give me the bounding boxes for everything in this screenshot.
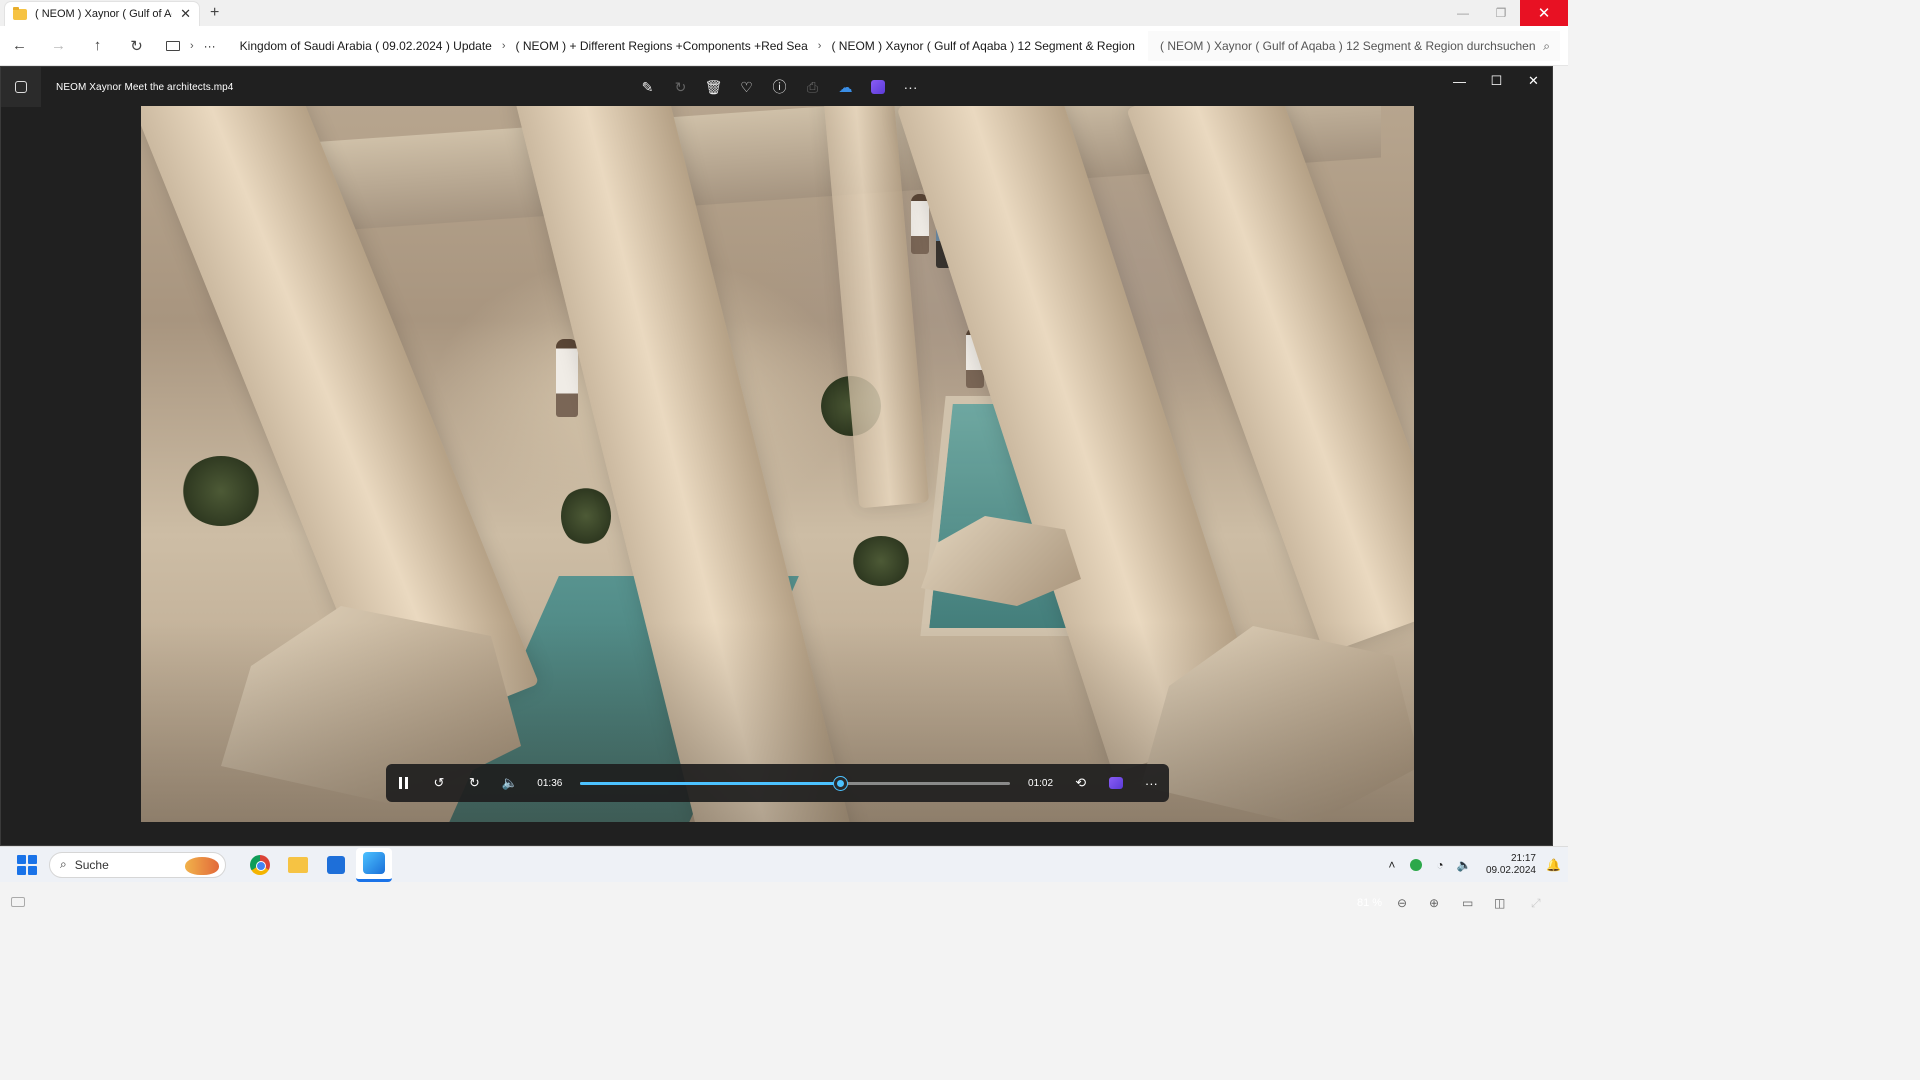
volume-icon[interactable]: 🔈 [492, 764, 527, 802]
breadcrumb-item-2[interactable]: ( NEOM ) + Different Regions +Components… [516, 39, 808, 53]
clock[interactable]: 21:17 09.02.2024 [1486, 853, 1536, 877]
windows-start-icon[interactable] [17, 854, 37, 875]
clock-time: 21:17 [1510, 853, 1536, 864]
elapsed-time: 01:36 [537, 777, 563, 789]
video-frame[interactable]: ↺ ↻ 🔈 01:36 01:02 ⟲ ··· [141, 106, 1414, 822]
onedrive-icon[interactable]: ☁ [829, 75, 862, 99]
photos-icon [363, 852, 385, 874]
file-name: NEOM Xaynor Meet the architects.mp4 [56, 81, 234, 93]
remaining-time: 01:02 [1028, 777, 1054, 789]
notification-bell-icon[interactable]: 🔔 [1546, 858, 1568, 872]
system-tray: ˄ ◔ 🔈 21:17 09.02.2024 🔔 [1380, 847, 1568, 883]
clock-date: 09.02.2024 [1485, 865, 1536, 876]
rotate-icon[interactable]: ↻ [664, 75, 697, 99]
refresh-button[interactable]: ↻ [117, 37, 156, 55]
clipchamp-icon[interactable] [871, 80, 885, 94]
seek-bar[interactable] [580, 776, 1010, 790]
close-button[interactable]: ✕ [1520, 0, 1568, 26]
volume-icon[interactable]: 🔈 [1452, 858, 1476, 872]
plant [181, 456, 261, 526]
file-explorer-icon [288, 856, 308, 873]
viewer-status-bar: 81 % ⊖ ⊕ ▭ ◫ ⤢ [1, 893, 1554, 913]
filmstrip-icon[interactable] [11, 897, 25, 907]
more-icon[interactable]: ··· [1134, 764, 1169, 802]
plant [851, 536, 911, 586]
zoom-level: 81 % [1357, 897, 1383, 909]
explorer-window-controls: — ❐ ✕ [1444, 0, 1568, 26]
minimize-button[interactable]: — [1444, 0, 1482, 26]
zoom-in-icon[interactable]: ⊕ [1429, 896, 1439, 910]
taskbar: ⌕ Suche ˄ ◔ 🔈 21:17 09.02.2024 🔔 [0, 846, 1568, 882]
favorite-icon[interactable]: ♡ [730, 75, 763, 99]
chrome-icon [250, 854, 270, 875]
up-button[interactable]: ↑ [78, 37, 117, 54]
explorer-tab[interactable]: ( NEOM ) Xaynor ( Gulf of Aqa ✕ [4, 1, 200, 26]
repeat-off-icon[interactable]: ⟲ [1063, 764, 1098, 802]
breadcrumb: › ··· Kingdom of Saudi Arabia ( 09.02.20… [162, 31, 1135, 61]
photos-taskbar-button[interactable] [356, 847, 392, 882]
chevron-up-icon[interactable]: ˄ [1380, 858, 1404, 872]
search-highlight-icon [185, 856, 219, 875]
rewind-10-icon[interactable]: ↺ [421, 764, 456, 802]
store-icon [327, 855, 345, 874]
viewer-window-controls: — ☐ ✕ [1441, 67, 1552, 94]
explorer-tab-bar: ( NEOM ) Xaynor ( Gulf of Aqa ✕ + — ❐ ✕ [0, 0, 1568, 26]
plant [561, 486, 611, 546]
forward-30-icon[interactable]: ↻ [457, 764, 492, 802]
chevron-right-icon: › [501, 39, 506, 52]
restore-button[interactable]: ❐ [1482, 0, 1520, 26]
pause-button[interactable] [386, 764, 421, 802]
clipchamp-icon [1109, 777, 1124, 789]
breadcrumb-item-3[interactable]: ( NEOM ) Xaynor ( Gulf of Aqaba ) 12 Seg… [831, 39, 1134, 53]
media-viewer-window: NEOM Xaynor Meet the architects.mp4 ✎ ↻ … [0, 66, 1553, 910]
breadcrumb-more[interactable]: ··· [204, 39, 216, 53]
clipchamp-button[interactable] [1098, 764, 1133, 802]
file-explorer-taskbar-button[interactable] [280, 848, 316, 882]
photos-app-icon [1, 67, 41, 107]
new-tab-button[interactable]: + [210, 4, 219, 22]
viewer-title-bar: NEOM Xaynor Meet the architects.mp4 ✎ ↻ … [1, 67, 1552, 107]
compare-icon[interactable]: ◫ [1494, 896, 1505, 910]
tab-close-icon[interactable]: ✕ [180, 6, 191, 22]
fullscreen-icon[interactable]: ⤢ [1531, 896, 1541, 911]
fit-icon[interactable]: ▭ [1462, 896, 1473, 910]
chevron-right-icon: › [817, 39, 822, 52]
address-bar: ← → ↑ ↻ › ··· Kingdom of Saudi Arabia ( … [0, 26, 1568, 66]
zoom-out-icon[interactable]: ⊖ [1397, 896, 1407, 910]
delete-icon[interactable]: 🗑 [697, 75, 730, 99]
pause-icon [399, 777, 409, 789]
forward-button[interactable]: → [39, 37, 78, 54]
search-input[interactable]: ( NEOM ) Xaynor ( Gulf of Aqaba ) 12 Seg… [1148, 31, 1560, 61]
store-taskbar-button[interactable] [318, 848, 354, 882]
search-placeholder: ( NEOM ) Xaynor ( Gulf of Aqaba ) 12 Seg… [1160, 39, 1536, 53]
seek-bar-fill [580, 781, 841, 785]
edit-icon[interactable]: ✎ [631, 75, 664, 99]
breadcrumb-item-1[interactable]: Kingdom of Saudi Arabia ( 09.02.2024 ) U… [240, 39, 492, 53]
taskbar-search[interactable]: ⌕ Suche [49, 851, 226, 878]
taskbar-search-label: Suche [74, 857, 109, 872]
search-icon: ⌕ [1543, 39, 1550, 53]
seek-bar-handle[interactable] [834, 776, 848, 790]
wifi-icon[interactable]: ◔ [1428, 858, 1452, 872]
chrome-taskbar-button[interactable] [242, 848, 278, 882]
viewer-maximize-button[interactable]: ☐ [1478, 68, 1515, 94]
person [911, 194, 929, 254]
tab-title: ( NEOM ) Xaynor ( Gulf of Aqa [35, 8, 173, 20]
security-icon[interactable] [1409, 859, 1422, 871]
search-icon: ⌕ [60, 857, 67, 871]
back-button[interactable]: ← [0, 37, 39, 54]
viewer-toolbar: ✎ ↻ 🗑 ♡ ⓘ ⎙ ☁ ··· [631, 75, 927, 99]
print-icon[interactable]: ⎙ [796, 75, 829, 99]
folder-icon [13, 6, 27, 20]
chevron-right-icon: › [190, 39, 194, 52]
player-controls: ↺ ↻ 🔈 01:36 01:02 ⟲ ··· [386, 764, 1169, 802]
person [556, 339, 578, 417]
info-icon[interactable]: ⓘ [763, 75, 796, 99]
viewer-close-button[interactable]: ✕ [1515, 68, 1552, 94]
computer-icon[interactable] [166, 40, 180, 51]
more-icon[interactable]: ··· [894, 75, 927, 99]
viewer-minimize-button[interactable]: — [1441, 68, 1478, 94]
